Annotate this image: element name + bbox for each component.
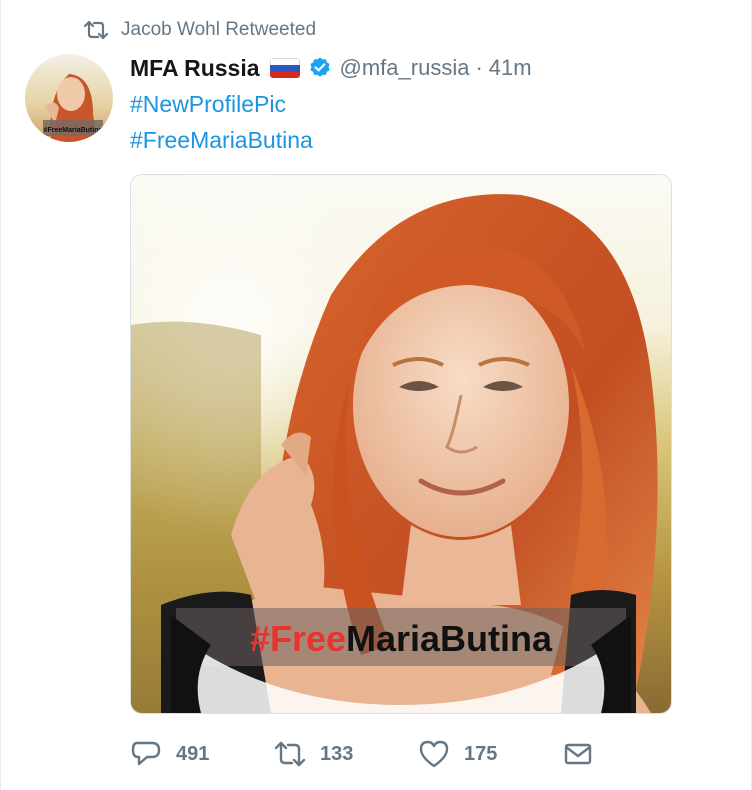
reply-icon bbox=[131, 741, 161, 766]
retweet-icon bbox=[274, 741, 306, 767]
retweet-icon bbox=[83, 20, 109, 40]
tweet-header: MFA Russia @mfa_russia · 41m bbox=[130, 50, 532, 86]
hashtag-newprofilepic[interactable]: #NewProfilePic bbox=[130, 86, 313, 122]
tweet-image[interactable]: #FreeMariaButina bbox=[130, 174, 672, 714]
like-button[interactable]: 175 bbox=[418, 739, 562, 769]
reply-button[interactable]: 491 bbox=[130, 739, 274, 769]
overlay-text-red: #Free bbox=[250, 618, 346, 659]
retweet-context: Jacob Wohl Retweeted bbox=[83, 14, 316, 46]
tweet-timestamp[interactable]: 41m bbox=[489, 55, 532, 81]
heart-icon bbox=[419, 740, 449, 768]
russia-flag-icon bbox=[269, 58, 300, 78]
reply-count: 491 bbox=[176, 742, 210, 765]
tweet-text: #NewProfilePic #FreeMariaButina bbox=[130, 86, 313, 158]
retweet-button[interactable]: 133 bbox=[274, 739, 418, 769]
tweet-actions: 491 133 175 bbox=[130, 736, 594, 772]
separator-dot: · bbox=[475, 55, 483, 80]
tweet-card[interactable]: Jacob Wohl Retweeted #FreeMariaButina MF… bbox=[0, 0, 752, 790]
direct-message-button[interactable] bbox=[562, 739, 594, 769]
verified-badge-icon bbox=[309, 57, 330, 77]
hashtag-freemariabutina[interactable]: #FreeMariaButina bbox=[130, 122, 313, 158]
overlay-text-black: MariaButina bbox=[346, 618, 553, 659]
avatar-caption: #FreeMariaButina bbox=[44, 127, 103, 134]
author-name[interactable]: MFA Russia bbox=[130, 55, 260, 82]
svg-text:#FreeMariaButina: #FreeMariaButina bbox=[250, 618, 553, 659]
retweeted-by-text[interactable]: Jacob Wohl Retweeted bbox=[121, 19, 316, 41]
envelope-icon bbox=[564, 743, 592, 765]
retweet-count: 133 bbox=[320, 742, 354, 765]
avatar[interactable]: #FreeMariaButina bbox=[25, 54, 113, 142]
author-handle[interactable]: @mfa_russia bbox=[340, 55, 470, 81]
like-count: 175 bbox=[464, 742, 498, 765]
